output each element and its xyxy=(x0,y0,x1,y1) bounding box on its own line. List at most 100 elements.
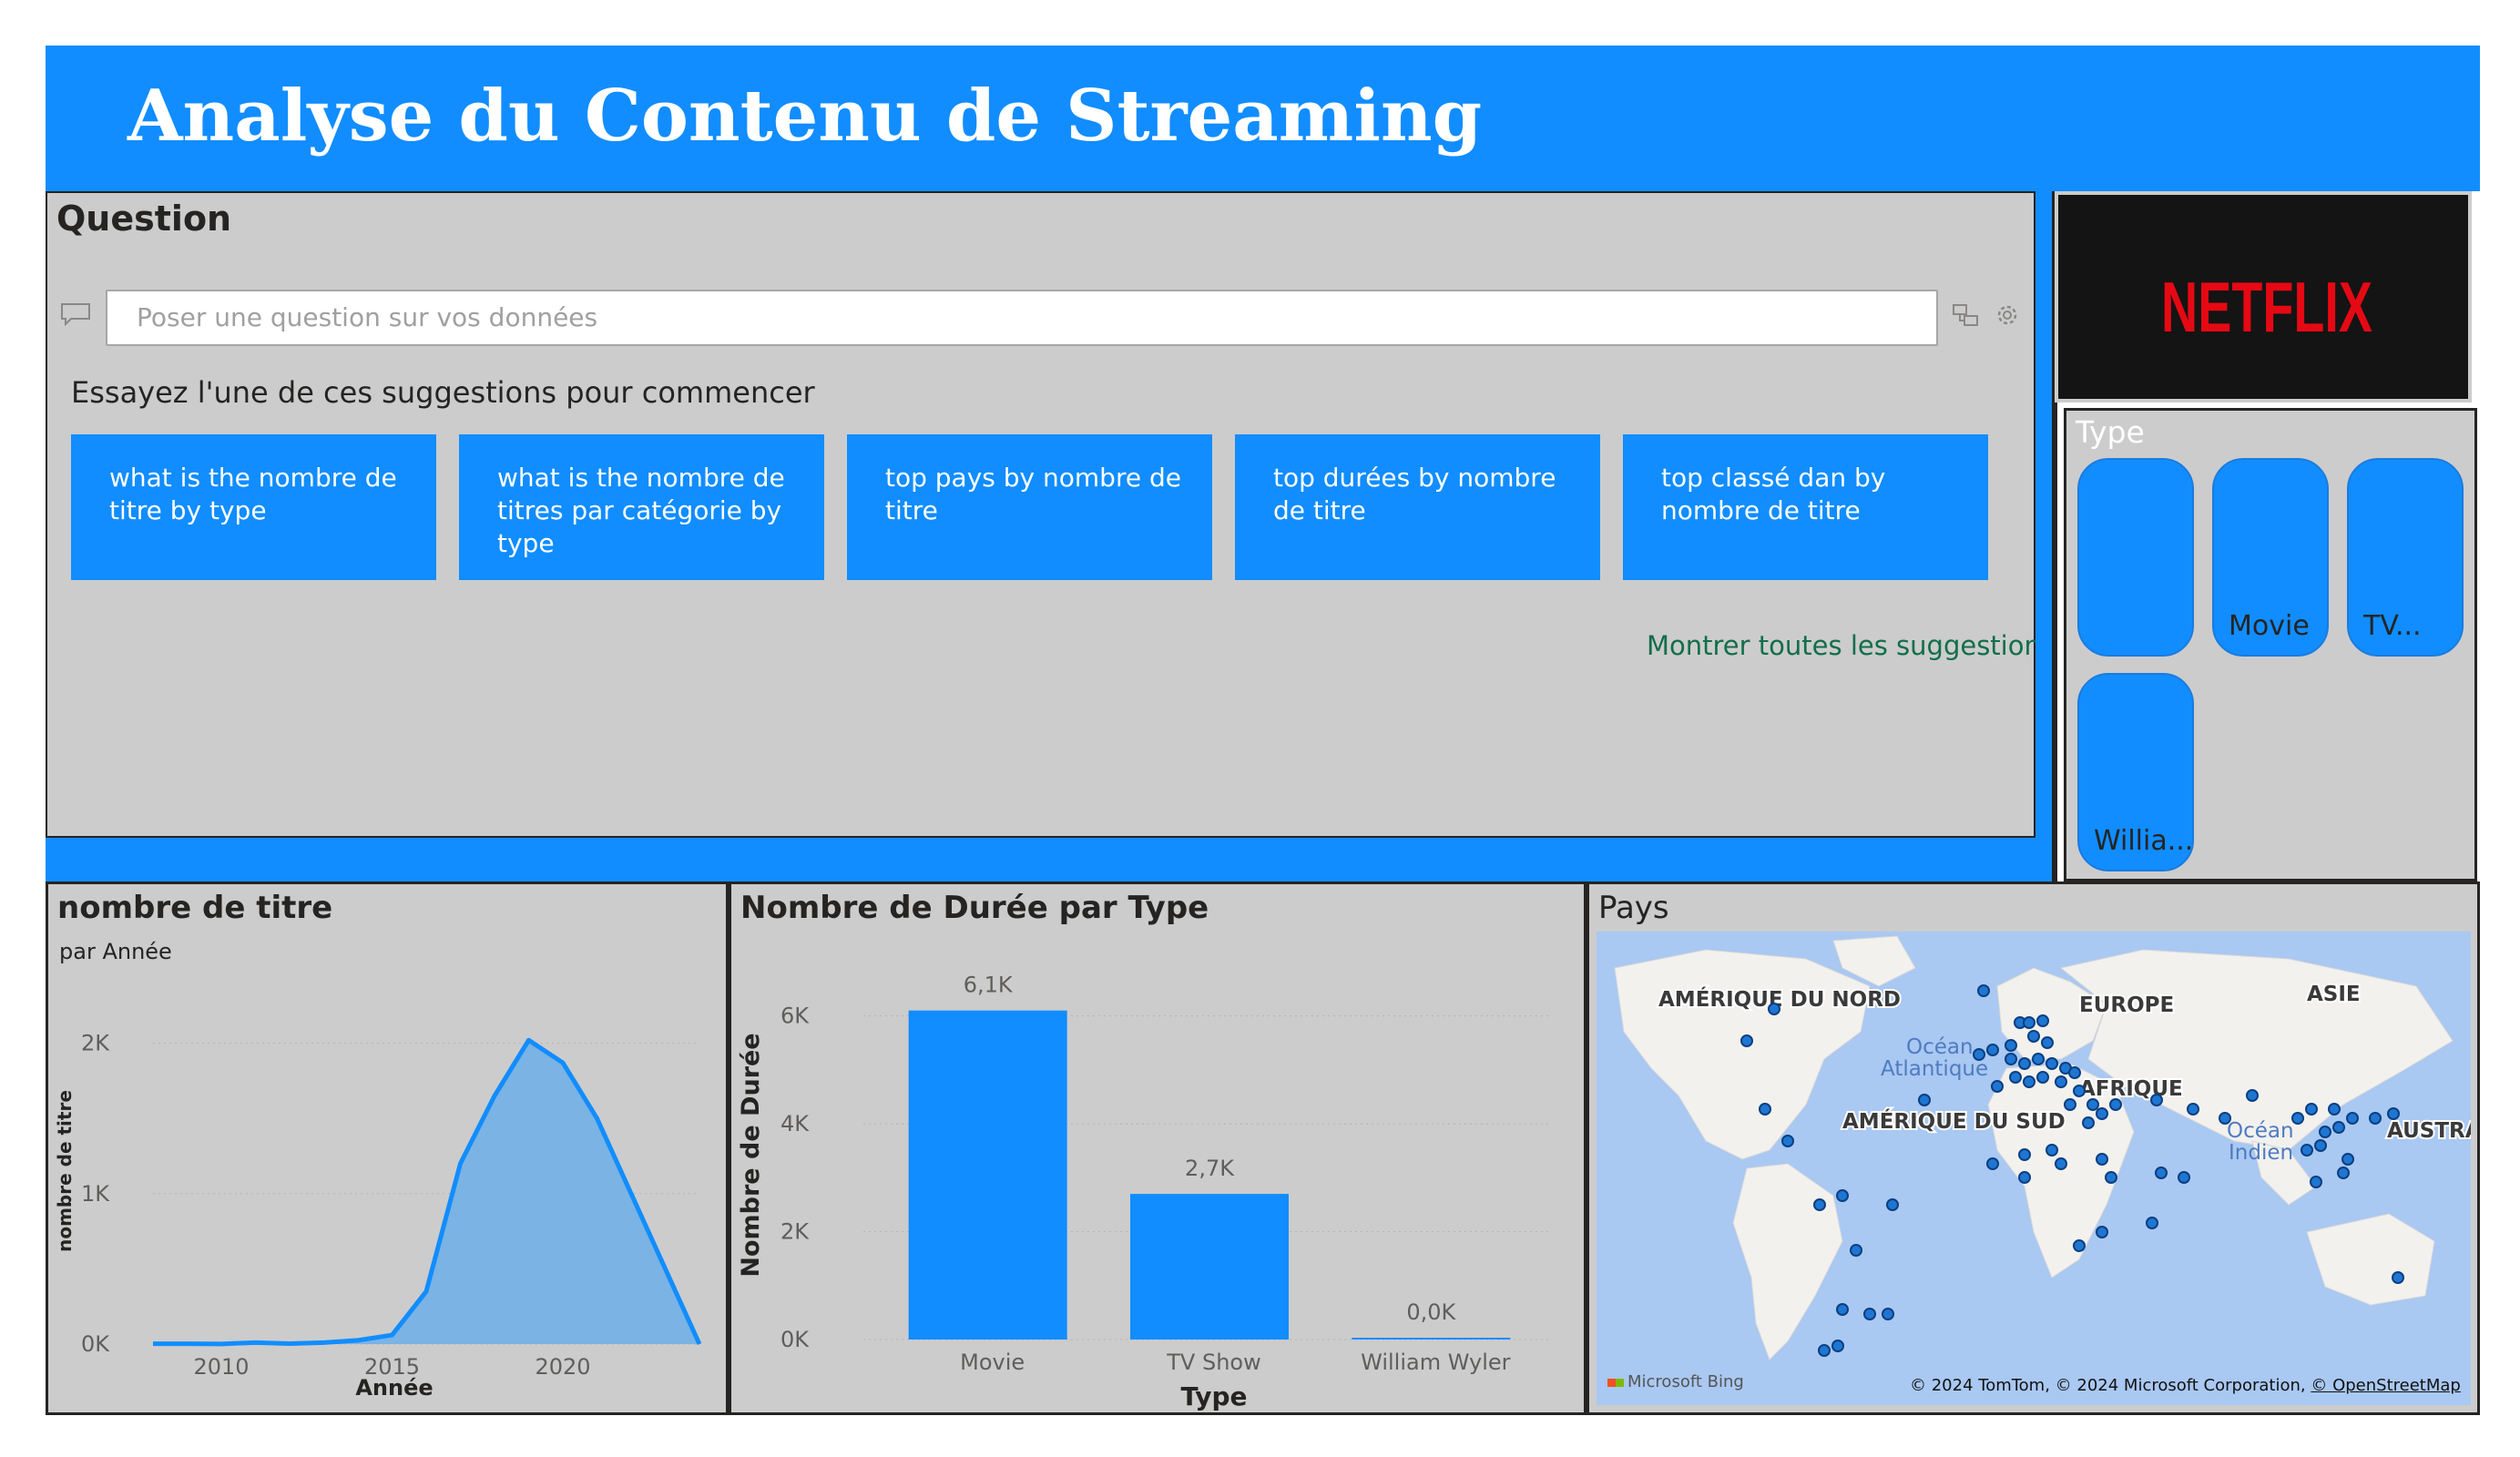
map-country-point[interactable] xyxy=(2219,1112,2231,1125)
suggestion-button[interactable]: top classé dan by nombre de titre xyxy=(1623,434,1988,580)
qa-question-input[interactable]: Poser une question sur vos données xyxy=(106,290,1938,346)
map-country-point[interactable] xyxy=(2314,1139,2327,1152)
map-country-point[interactable] xyxy=(1850,1244,1862,1257)
map-country-point[interactable] xyxy=(2346,1112,2359,1125)
x-tick-label: TV Show xyxy=(1166,1350,1260,1375)
map-country-point[interactable] xyxy=(1813,1198,1826,1211)
map-country-point[interactable] xyxy=(2036,1071,2049,1084)
map-country-point[interactable] xyxy=(2023,1016,2035,1029)
map-country-point[interactable] xyxy=(2046,1144,2058,1156)
map-country-point[interactable] xyxy=(1781,1135,1794,1147)
map-country-point[interactable] xyxy=(2068,1066,2081,1079)
share-icon[interactable] xyxy=(1951,301,1980,330)
map-country-point[interactable] xyxy=(2305,1103,2318,1116)
map-country-point[interactable] xyxy=(1818,1344,1831,1357)
map-country-point[interactable] xyxy=(2018,1057,2031,1070)
world-map-graphic[interactable]: AMÉRIQUE DU NORD EUROPE ASIE AFRIQUE AMÉ… xyxy=(1597,932,2471,1405)
area-fill xyxy=(153,1040,699,1344)
map-country-point[interactable] xyxy=(1831,1340,1844,1352)
map-country-point[interactable] xyxy=(2109,1098,2122,1111)
map-country-point[interactable] xyxy=(1740,1034,1753,1047)
qa-visual[interactable]: Question Poser une question sur vos donn… xyxy=(46,191,2055,838)
slicer-tile-william-wyler[interactable]: Willia... xyxy=(2077,673,2194,871)
map-country-point[interactable] xyxy=(1836,1189,1849,1202)
bar-chart-panel[interactable]: Nombre de Durée par Type 0K 2K 4K 6K 6,1K Mov… xyxy=(729,881,1586,1415)
gear-icon[interactable] xyxy=(1993,301,2022,330)
map-country-point[interactable] xyxy=(2369,1112,2382,1125)
map-country-point[interactable] xyxy=(2055,1075,2067,1088)
slicer-tile-movie[interactable]: Movie xyxy=(2212,458,2329,657)
map-country-point[interactable] xyxy=(1977,984,1990,997)
map-country-point[interactable] xyxy=(2105,1171,2117,1184)
map-country-point[interactable] xyxy=(2332,1121,2345,1134)
suggestion-button[interactable]: top durées by nombre de titre xyxy=(1235,434,1600,580)
map-label-africa: AFRIQUE xyxy=(2079,1077,2183,1101)
map-country-point[interactable] xyxy=(2310,1176,2322,1188)
map-country-point[interactable] xyxy=(1986,1044,1999,1056)
map-panel[interactable]: Pays AMÉRIQUE DU NORD EUROPE ASIE AFRIQU… xyxy=(1586,881,2480,1415)
type-slicer[interactable]: Type Movie TV... Willia... xyxy=(2064,408,2477,881)
map-country-point[interactable] xyxy=(2023,1075,2035,1088)
map-country-point[interactable] xyxy=(2082,1116,2095,1129)
slicer-title: Type xyxy=(2076,414,2145,450)
map-country-point[interactable] xyxy=(2064,1098,2076,1111)
map-country-point[interactable] xyxy=(2291,1112,2304,1125)
line-chart-panel[interactable]: nombre de titre par Année 0K 1K 2K 2010 2015… xyxy=(46,881,729,1415)
map-country-point[interactable] xyxy=(2096,1153,2108,1166)
map-country-point[interactable] xyxy=(2018,1171,2031,1184)
map-country-point[interactable] xyxy=(2046,1057,2058,1070)
map-country-point[interactable] xyxy=(2301,1144,2313,1156)
x-tick-label: William Wyler xyxy=(1361,1350,1511,1375)
map-country-point[interactable] xyxy=(2086,1098,2099,1111)
map-country-point[interactable] xyxy=(2036,1014,2049,1027)
map-country-point[interactable] xyxy=(2073,1085,2086,1097)
map-country-point[interactable] xyxy=(2387,1107,2400,1120)
suggestion-button[interactable]: what is the nombre de titres par catégor… xyxy=(459,434,824,580)
map-country-point[interactable] xyxy=(2009,1071,2022,1084)
map-country-point[interactable] xyxy=(2319,1126,2331,1138)
map-country-point[interactable] xyxy=(2055,1157,2067,1170)
map-country-point[interactable] xyxy=(2005,1053,2017,1065)
map-country-point[interactable] xyxy=(2150,1094,2163,1106)
map-country-point[interactable] xyxy=(2032,1053,2045,1065)
map-country-point[interactable] xyxy=(2146,1217,2158,1229)
map-country-point[interactable] xyxy=(1918,1094,1931,1106)
map-country-point[interactable] xyxy=(2187,1103,2199,1116)
show-all-suggestions-link[interactable]: Montrer toutes les suggestions xyxy=(1647,630,2055,661)
map-label-australia: AUSTRA xyxy=(2387,1119,2471,1143)
map-country-point[interactable] xyxy=(2041,1036,2054,1049)
bar-chart[interactable]: 0K 2K 4K 6K 6,1K Movie 2,7K TV Show 0,0K William … xyxy=(731,884,1584,1412)
map-country-point[interactable] xyxy=(1882,1308,1894,1320)
map-country-point[interactable] xyxy=(2337,1167,2350,1179)
map-country-point[interactable] xyxy=(2096,1226,2108,1238)
map-country-point[interactable] xyxy=(2005,1039,2017,1052)
map-country-point[interactable] xyxy=(2328,1103,2341,1116)
map-country-point[interactable] xyxy=(1973,1048,1985,1061)
map-country-point[interactable] xyxy=(1863,1308,1876,1320)
slicer-tile-blank[interactable] xyxy=(2077,458,2194,657)
map-country-point[interactable] xyxy=(2096,1107,2108,1120)
x-axis-title: Année xyxy=(355,1375,433,1401)
world-map[interactable]: AMÉRIQUE DU NORD EUROPE ASIE AFRIQUE AMÉ… xyxy=(1597,932,2471,1405)
map-country-point[interactable] xyxy=(2073,1239,2086,1252)
suggestion-button[interactable]: what is the nombre de titre by type xyxy=(71,434,436,580)
map-country-point[interactable] xyxy=(2155,1167,2168,1179)
map-country-point[interactable] xyxy=(2246,1089,2259,1102)
map-country-point[interactable] xyxy=(1986,1157,1999,1170)
map-country-point[interactable] xyxy=(2018,1148,2031,1161)
map-country-point[interactable] xyxy=(1991,1080,2004,1093)
map-country-point[interactable] xyxy=(1886,1198,1899,1211)
map-country-point[interactable] xyxy=(2178,1171,2190,1184)
netflix-logo: NETFLIX xyxy=(2055,191,2472,402)
suggestion-button[interactable]: top pays by nombre de titre xyxy=(847,434,1212,580)
openstreetmap-link[interactable]: © OpenStreetMap xyxy=(2311,1376,2460,1395)
map-country-point[interactable] xyxy=(2027,1030,2040,1043)
slicer-tile-tv-show[interactable]: TV... xyxy=(2347,458,2464,657)
map-country-point[interactable] xyxy=(2341,1153,2354,1166)
map-country-point[interactable] xyxy=(1768,1003,1780,1015)
area-chart[interactable]: 0K1K2K2010 2015 2020Annéenombre de titre xyxy=(48,884,726,1412)
map-title: Pays xyxy=(1598,890,1669,926)
map-country-point[interactable] xyxy=(2392,1271,2404,1284)
map-country-point[interactable] xyxy=(1836,1303,1849,1316)
map-country-point[interactable] xyxy=(1759,1103,1771,1116)
